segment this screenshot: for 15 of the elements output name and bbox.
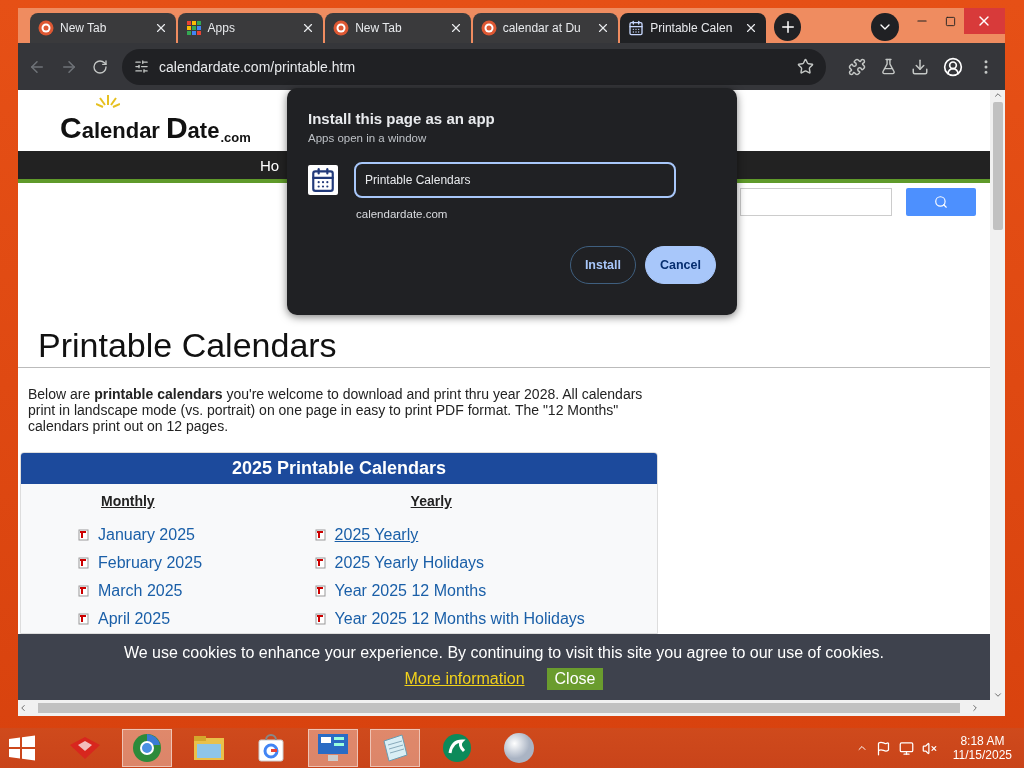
tab-title: Printable Calen [650,21,734,36]
card-title: 2025 Printable Calendars [21,453,657,484]
intro-paragraph: Below are printable calendars you're welcome to download and print thru year 2028. All calendars print in landscape mode (vs. portrait) on one page in easy to print PDF format. The "12 Months" calendars print out on 12 pages. [28,386,644,434]
column-heading: Monthly [101,493,155,509]
cookie-text: We use cookies to enhance your experience. By continuing to visit this site you agree to our use of cookies. [123,644,885,662]
dialog-subtitle: Apps open in a window [308,132,427,144]
column-heading: Yearly [410,493,452,509]
dialog-title: Install this page as an app [308,110,495,127]
url-text: calendardate.com/printable.htm [159,58,357,75]
app-origin: calendardate.com [356,208,448,220]
page-heading: Printable Calendars [18,326,990,368]
tab-title: New Tab [60,21,108,36]
tab-title: New Tab [355,21,403,36]
tab-title: calendar at Du [502,21,582,36]
tab-title: Apps [207,21,236,36]
